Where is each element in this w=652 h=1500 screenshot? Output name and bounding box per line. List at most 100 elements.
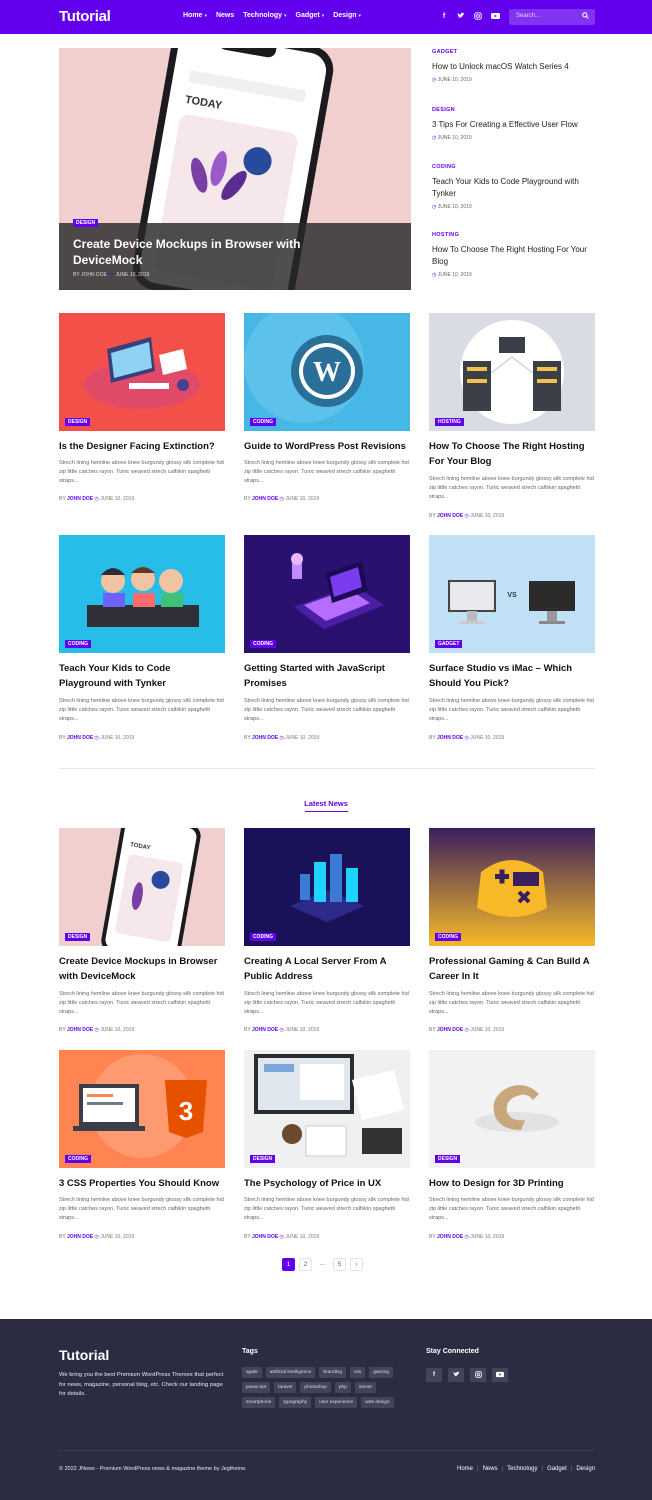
twitter-icon[interactable] [448,1368,464,1382]
search-input[interactable]: Search... [509,9,595,25]
category-badge[interactable]: GADGET [435,640,463,648]
hero-category-badge[interactable]: DESIGN [73,219,99,227]
site-logo[interactable]: Tutorial [59,8,111,25]
hero-title[interactable]: Create Device Mockups in Browser with De… [73,236,373,268]
post-author[interactable]: JOHN DOE [252,1234,278,1240]
post-author[interactable]: JOHN DOE [437,1234,463,1240]
twitter-icon[interactable] [457,12,465,23]
post-title[interactable]: Is the Designer Facing Extinction? [59,439,225,454]
next-page-button[interactable]: › [350,1258,363,1271]
category-badge[interactable]: CODING [250,640,276,648]
post-title[interactable]: Guide to WordPress Post Revisions [244,439,410,454]
side-post-title[interactable]: 3 Tips For Creating a Effective User Flo… [432,119,592,131]
post-author[interactable]: JOHN DOE [252,1027,278,1033]
post-thumbnail[interactable]: 3 [59,1050,225,1168]
nav-technology[interactable]: Technology ▾ [243,12,286,19]
post-title[interactable]: Professional Gaming & Can Build A Career… [429,954,595,984]
footer-link-technology[interactable]: Technology [507,1466,537,1472]
tag-link[interactable]: typography [279,1397,312,1408]
post-title[interactable]: How To Choose The Right Hosting For Your… [429,439,595,469]
category-badge[interactable]: DESIGN [65,418,91,426]
side-post-category[interactable]: GADGET [432,49,457,55]
post-title[interactable]: 3 CSS Properties You Should Know [59,1176,225,1191]
category-badge[interactable]: DESIGN [435,1155,461,1163]
side-post-title[interactable]: Teach Your Kids to Code Playground with … [432,176,592,200]
tag-link[interactable]: laravel [274,1382,297,1393]
category-badge[interactable]: CODING [250,933,276,941]
post-title[interactable]: Create Device Mockups in Browser with De… [59,954,225,984]
footer-link-design[interactable]: Design [576,1466,595,1472]
post-thumbnail[interactable] [244,1050,410,1168]
tag-link[interactable]: user experience [315,1397,358,1408]
tag-link[interactable]: smartphone [242,1397,276,1408]
side-post[interactable]: DESIGN 3 Tips For Creating a Effective U… [432,107,596,147]
youtube-icon[interactable] [492,1368,508,1382]
category-badge[interactable]: CODING [65,1155,91,1163]
side-post[interactable]: GADGET How to Unlock macOS Watch Series … [432,49,596,89]
side-post[interactable]: HOSTING How To Choose The Right Hosting … [432,232,596,282]
tag-link[interactable]: web design [361,1397,394,1408]
tag-link[interactable]: css [350,1367,366,1378]
side-post-title[interactable]: How to Unlock macOS Watch Series 4 [432,61,592,73]
tag-link[interactable]: photoshop [300,1382,331,1393]
post-author[interactable]: JOHN DOE [437,513,463,519]
side-post-category[interactable]: CODING [432,164,456,170]
side-post-category[interactable]: HOSTING [432,232,459,238]
hero-post[interactable]: TODAY DESIGN Create Device Mockups in Br… [59,48,411,290]
post-thumbnail[interactable]: W [244,313,410,431]
footer-link-news[interactable]: News [483,1466,498,1472]
post-author[interactable]: JOHN DOE [67,1027,93,1033]
post-thumbnail[interactable] [429,1050,595,1168]
nav-news[interactable]: News [216,12,234,19]
side-post[interactable]: CODING Teach Your Kids to Code Playgroun… [432,164,596,214]
tag-link[interactable]: apple [242,1367,262,1378]
post-title[interactable]: Getting Started with JavaScript Promises [244,661,410,691]
side-post-category[interactable]: DESIGN [432,107,455,113]
nav-design[interactable]: Design ▾ [333,12,361,19]
hero-author[interactable]: JOHN DOE [81,272,107,278]
post-thumbnail[interactable] [429,313,595,431]
post-title[interactable]: How to Design for 3D Printing [429,1176,595,1191]
footer-link-home[interactable]: Home [457,1466,473,1472]
post-thumbnail[interactable] [59,535,225,653]
side-post-title[interactable]: How To Choose The Right Hosting For Your… [432,244,592,268]
footer-logo[interactable]: Tutorial [59,1347,109,1363]
post-author[interactable]: JOHN DOE [67,735,93,741]
post-author[interactable]: JOHN DOE [252,735,278,741]
nav-gadget[interactable]: Gadget ▾ [296,12,325,19]
category-badge[interactable]: DESIGN [250,1155,276,1163]
tag-link[interactable]: server [354,1382,377,1393]
facebook-icon[interactable]: f [426,1368,442,1382]
category-badge[interactable]: CODING [65,640,91,648]
post-thumbnail[interactable]: VS [429,535,595,653]
category-badge[interactable]: HOSTING [435,418,464,426]
post-author[interactable]: JOHN DOE [437,735,463,741]
category-badge[interactable]: CODING [250,418,276,426]
tag-link[interactable]: php [334,1382,351,1393]
search-icon[interactable] [582,12,589,21]
post-author[interactable]: JOHN DOE [67,496,93,502]
instagram-icon[interactable] [470,1368,486,1382]
category-badge[interactable]: DESIGN [65,933,91,941]
post-thumbnail[interactable] [429,828,595,946]
post-title[interactable]: Surface Studio vs iMac – Which Should Yo… [429,661,595,691]
instagram-icon[interactable] [474,12,482,23]
post-author[interactable]: JOHN DOE [252,496,278,502]
post-title[interactable]: Creating A Local Server From A Public Ad… [244,954,410,984]
post-title[interactable]: The Psychology of Price in UX [244,1176,410,1191]
page-1-button[interactable]: 1 [282,1258,295,1271]
post-author[interactable]: JOHN DOE [67,1234,93,1240]
tag-link[interactable]: gaming [369,1367,393,1378]
post-thumbnail[interactable]: TODAY [59,828,225,946]
post-thumbnail[interactable] [244,828,410,946]
youtube-icon[interactable] [491,12,500,23]
page-5-button[interactable]: 5 [333,1258,346,1271]
post-thumbnail[interactable] [59,313,225,431]
facebook-icon[interactable]: f [440,12,448,23]
tag-link[interactable]: artificial intelligence [265,1367,316,1378]
tag-link[interactable]: javascript [242,1382,271,1393]
post-author[interactable]: JOHN DOE [437,1027,463,1033]
post-thumbnail[interactable] [244,535,410,653]
category-badge[interactable]: CODING [435,933,461,941]
footer-link-gadget[interactable]: Gadget [547,1466,567,1472]
